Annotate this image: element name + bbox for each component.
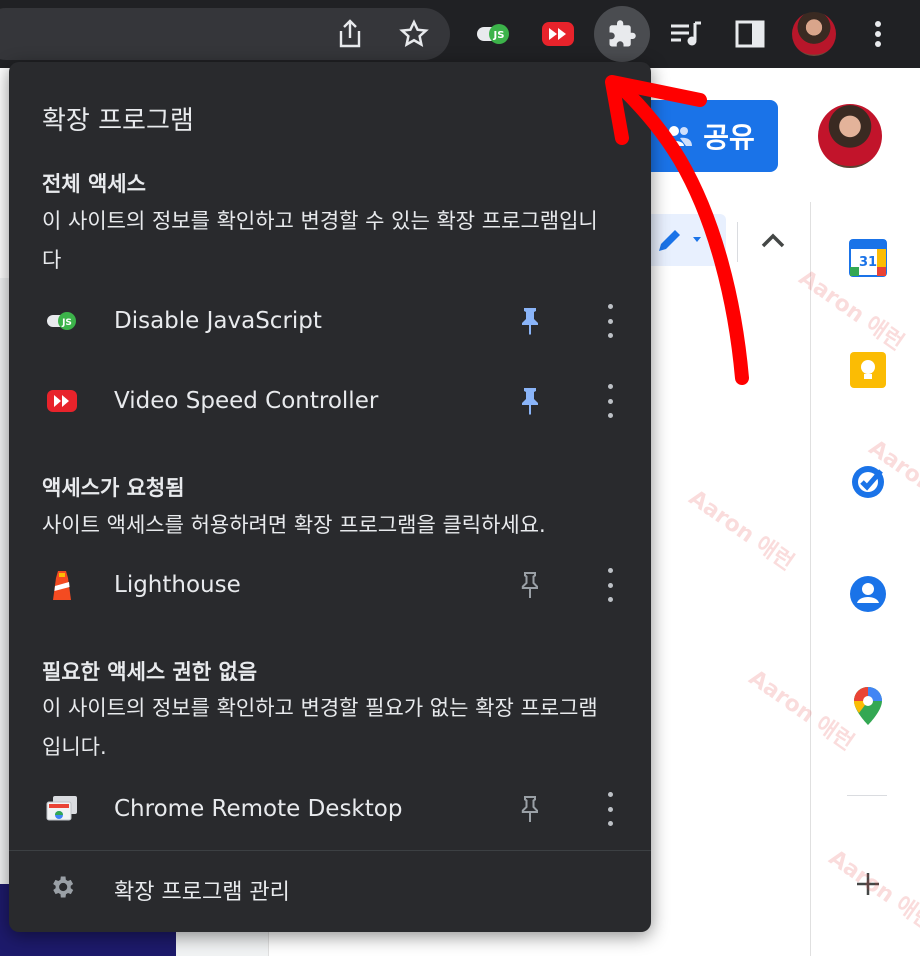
profile-avatar[interactable] [792,12,836,56]
video-speed-controller-icon [45,384,79,418]
extension-name: Disable JavaScript [114,308,322,334]
section-description-no-access-needed: 이 사이트의 정보를 확인하고 변경할 필요가 없는 확장 프로그램입니다. [42,696,598,759]
side-panel-icon[interactable] [728,12,772,56]
side-panel-divider [847,795,887,796]
section-description-full-access: 이 사이트의 정보를 확인하고 변경할 수 있는 확장 프로그램입니다 [42,209,598,272]
share-label: 공유 [703,121,755,154]
disable-javascript-icon: JS [45,304,79,338]
extension-row-disable-javascript[interactable]: JS Disable JavaScript [9,292,651,352]
pin-outline-icon[interactable] [517,570,543,600]
extensions-menu: 확장 프로그램 ✕ 전체 액세스 이 사이트의 정보를 확인하고 변경할 수 있… [9,62,651,932]
collapse-chevron-icon[interactable] [758,226,788,256]
menu-divider [9,850,651,851]
pin-filled-icon[interactable] [517,386,543,416]
browser-toolbar: JS [0,0,920,68]
manage-extensions-label: 확장 프로그램 관리 [114,880,290,905]
section-description-access-requested: 사이트 액세스를 허용하려면 확장 프로그램을 클릭하세요. [42,513,546,537]
more-vert-icon[interactable] [603,384,617,418]
svg-text:JS: JS [493,30,505,41]
contacts-icon[interactable] [848,574,888,614]
calendar-icon[interactable]: 31 [848,238,888,278]
people-icon [664,126,693,146]
pin-outline-icon[interactable] [517,794,543,824]
gear-icon [45,870,79,904]
reading-list-icon[interactable] [664,12,708,56]
manage-extensions-item[interactable]: 확장 프로그램 관리 [9,858,651,918]
close-icon[interactable]: ✕ [605,76,629,100]
share-button[interactable]: 공유 [640,100,778,172]
video-speed-controller-ext-icon[interactable] [536,12,580,56]
puzzle-extensions-icon[interactable] [594,6,650,62]
keep-icon[interactable] [848,350,888,390]
extension-row-chrome-remote-desktop[interactable]: Chrome Remote Desktop [9,780,651,840]
section-heading-full-access: 전체 액세스 [42,172,146,196]
calendar-day: 31 [859,255,877,270]
more-vert-icon[interactable] [603,792,617,826]
more-vert-icon[interactable] [856,12,900,56]
section-heading-no-access-needed: 필요한 액세스 권한 없음 [42,660,258,684]
extension-row-lighthouse[interactable]: Lighthouse [9,556,651,616]
maps-icon[interactable] [848,686,888,726]
disable-javascript-ext-icon[interactable]: JS [472,12,516,56]
account-avatar[interactable] [818,104,882,168]
star-icon[interactable] [392,12,436,56]
lighthouse-icon [45,568,79,602]
extensions-menu-title: 확장 프로그램 [42,106,194,136]
section-heading-access-requested: 액세스가 요청됨 [42,476,185,500]
extension-name: Video Speed Controller [114,388,379,414]
address-bar[interactable] [0,8,450,60]
svg-text:JS: JS [61,318,72,328]
more-vert-icon[interactable] [603,568,617,602]
extension-name: Lighthouse [114,572,241,598]
chrome-remote-desktop-icon [45,792,79,826]
more-vert-icon[interactable] [603,304,617,338]
extension-name: Chrome Remote Desktop [114,796,403,822]
toolbar-divider [737,222,738,262]
pencil-icon [659,230,701,251]
share-icon[interactable] [328,12,372,56]
pin-filled-icon[interactable] [517,306,543,336]
editing-mode-button[interactable] [640,214,726,266]
extension-row-video-speed-controller[interactable]: Video Speed Controller [9,372,651,432]
